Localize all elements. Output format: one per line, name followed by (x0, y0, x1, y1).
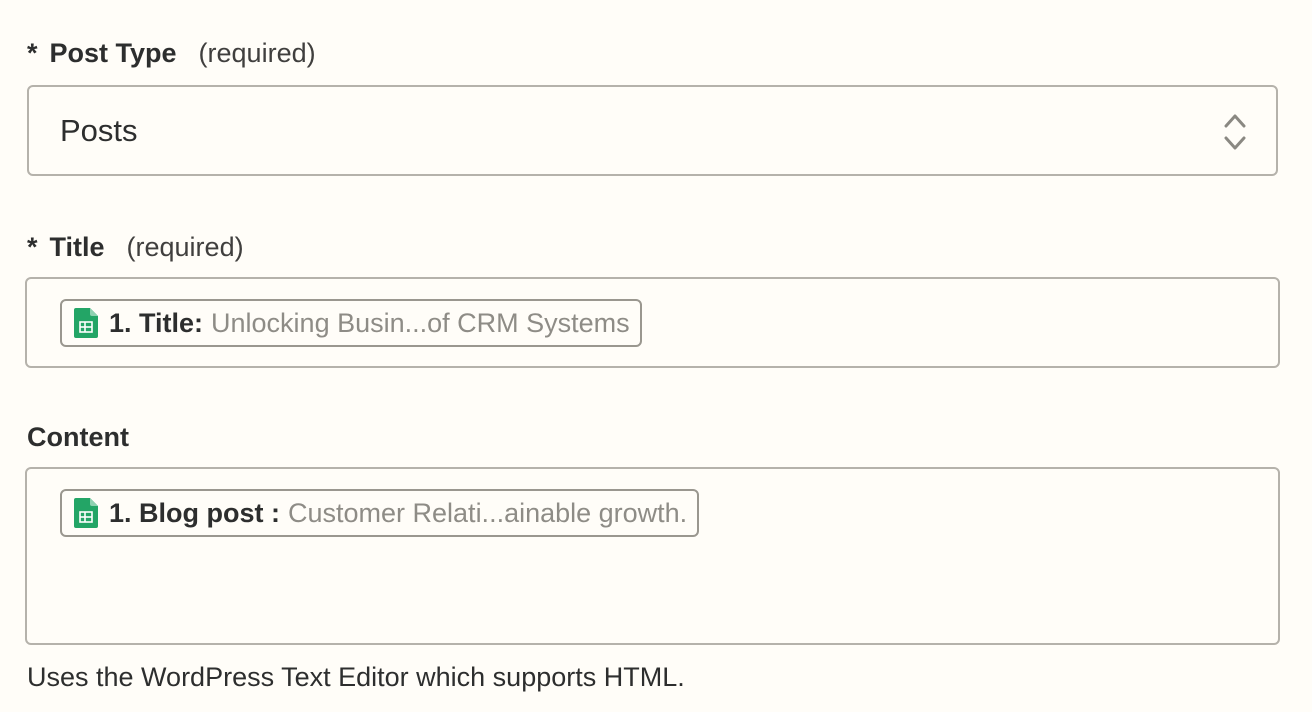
required-note: (required) (126, 232, 244, 262)
title-label-text: Title (49, 232, 105, 262)
content-helper-text: Uses the WordPress Text Editor which sup… (27, 662, 685, 692)
pill-field-value: Unlocking Busin...of CRM Systems (211, 307, 630, 338)
content-label: Content (27, 422, 129, 453)
content-textarea[interactable]: 1. Blog post : Customer Relati...ainable… (25, 467, 1280, 645)
post-type-select[interactable]: Posts (27, 85, 1278, 176)
wordpress-post-form: * Post Type (required) Posts * Title (re… (0, 0, 1312, 712)
title-mapped-field-pill[interactable]: 1. Title: Unlocking Busin...of CRM Syste… (60, 299, 642, 347)
chevron-up-down-icon (1224, 114, 1246, 150)
title-input[interactable]: 1. Title: Unlocking Busin...of CRM Syste… (25, 277, 1280, 368)
google-sheets-icon (74, 498, 98, 528)
post-type-label: * Post Type (required) (27, 38, 316, 69)
required-asterisk: * (27, 232, 38, 262)
post-type-selected-value: Posts (60, 112, 138, 148)
post-type-label-text: Post Type (49, 38, 177, 68)
content-mapped-field-pill[interactable]: 1. Blog post : Customer Relati...ainable… (60, 489, 700, 537)
required-asterisk: * (27, 38, 38, 68)
required-note: (required) (198, 38, 316, 68)
title-label: * Title (required) (27, 232, 244, 263)
pill-field-key: 1. Title: (109, 307, 204, 338)
pill-field-value: Customer Relati...ainable growth. (288, 497, 688, 528)
google-sheets-icon (74, 308, 98, 338)
pill-field-key: 1. Blog post : (109, 497, 280, 528)
content-label-text: Content (27, 422, 129, 452)
